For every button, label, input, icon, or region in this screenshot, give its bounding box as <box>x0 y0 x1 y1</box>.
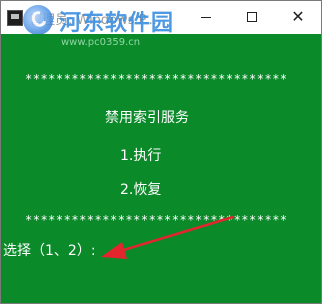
watermark-logo-icon <box>23 5 53 35</box>
separator-bottom: ********************************** <box>25 213 288 227</box>
title-bar[interactable]: 管理员: Windows P... 河东软件园 ✕ <box>1 1 321 36</box>
separator-top: ********************************** <box>25 72 288 86</box>
menu-option-execute: 1.执行 <box>120 148 162 164</box>
input-prompt: 选择（1、2）: <box>3 243 96 259</box>
console-output[interactable]: www.pc0359.cn **************************… <box>1 34 321 303</box>
minimize-icon <box>201 16 211 18</box>
cmd-icon <box>7 10 23 26</box>
minimize-button[interactable] <box>183 1 229 33</box>
maximize-button[interactable] <box>229 1 275 33</box>
menu-heading: 禁用索引服务 <box>105 110 189 126</box>
console-window: 管理员: Windows P... 河东软件园 ✕ www.pc0359.cn … <box>0 0 322 304</box>
watermark-url: www.pc0359.cn <box>61 37 141 48</box>
maximize-icon <box>247 12 257 22</box>
watermark-name: 河东软件园 <box>59 10 175 36</box>
menu-option-restore: 2.恢复 <box>120 182 162 198</box>
close-button[interactable]: ✕ <box>275 1 321 33</box>
close-icon: ✕ <box>291 7 305 26</box>
